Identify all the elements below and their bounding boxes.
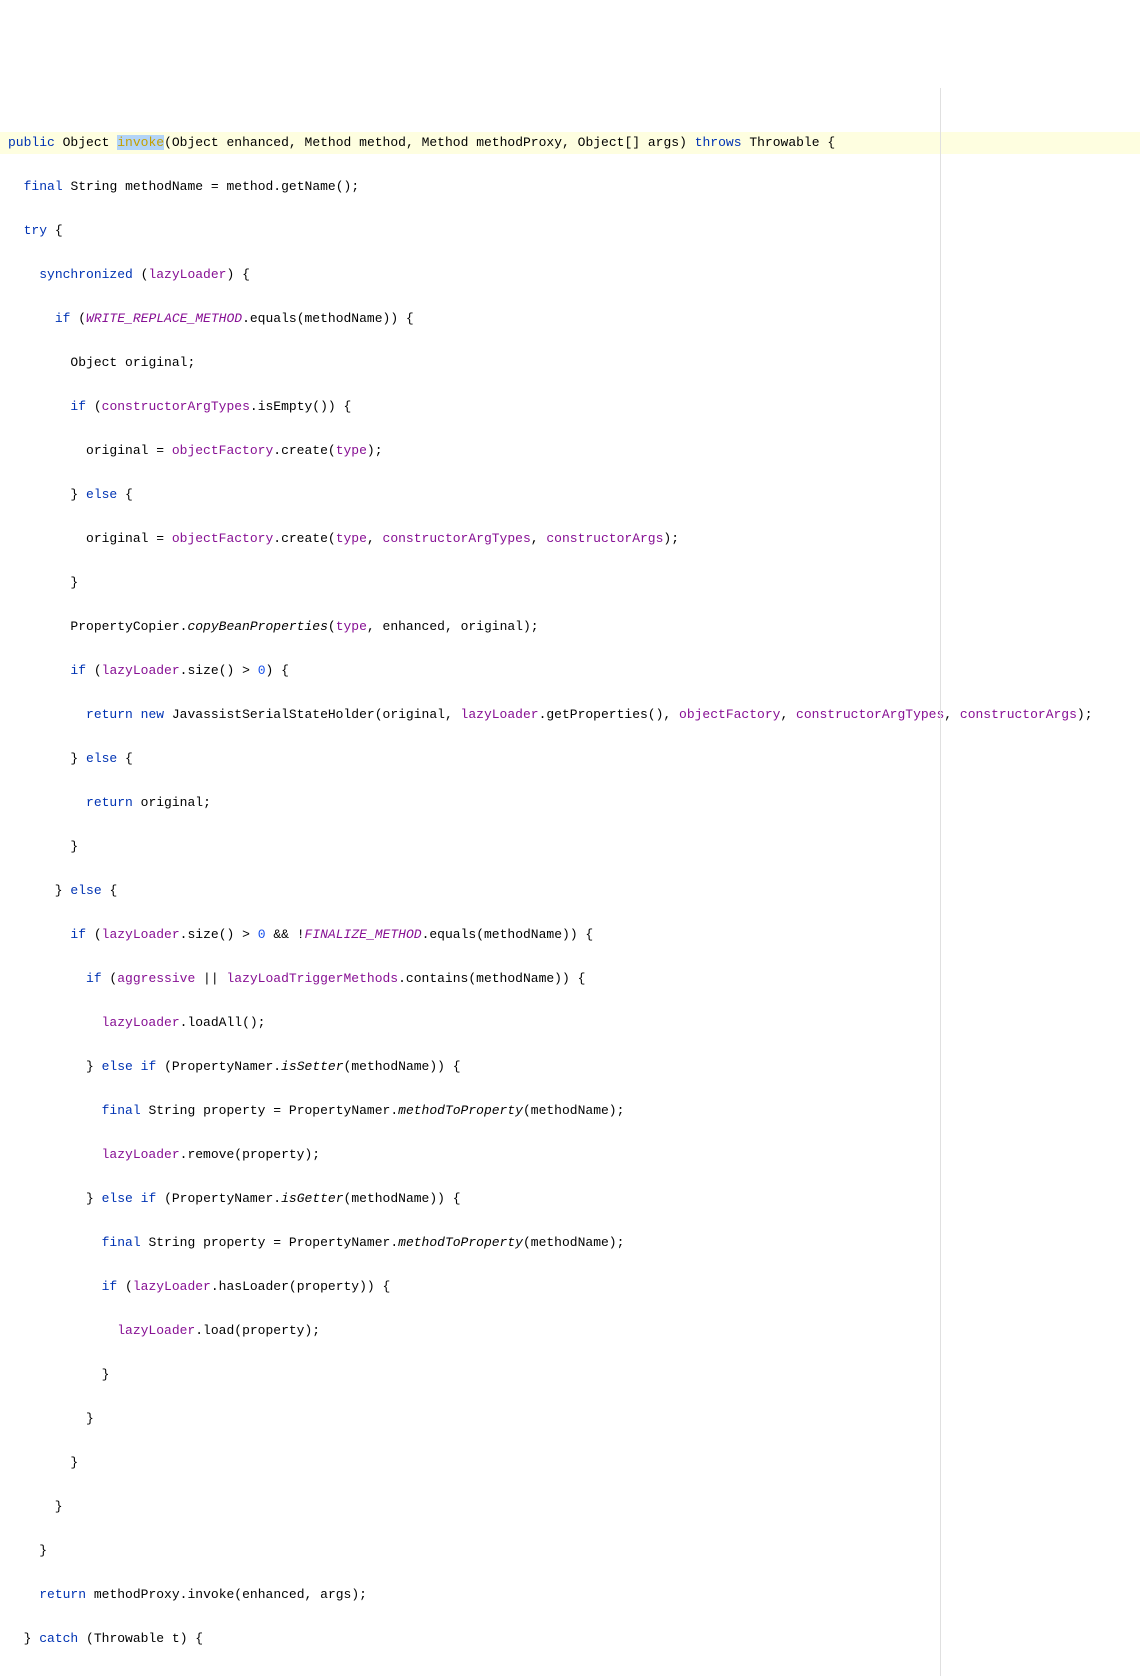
code-line: } — [0, 572, 1140, 594]
right-margin-ruler — [940, 88, 941, 1676]
code-line: original = objectFactory.create(type); — [0, 440, 1140, 462]
code-line: lazyLoader.load(property); — [0, 1320, 1140, 1342]
code-line: final String property = PropertyNamer.me… — [0, 1100, 1140, 1122]
code-line: } — [0, 1452, 1140, 1474]
code-line: if (lazyLoader.size() > 0 && !FINALIZE_M… — [0, 924, 1140, 946]
code-line: Object original; — [0, 352, 1140, 374]
code-line: } else { — [0, 880, 1140, 902]
code-line: if (constructorArgTypes.isEmpty()) { — [0, 396, 1140, 418]
code-line: if (WRITE_REPLACE_METHOD.equals(methodNa… — [0, 308, 1140, 330]
code-line: } else if (PropertyNamer.isSetter(method… — [0, 1056, 1140, 1078]
code-line: if (lazyLoader.hasLoader(property)) { — [0, 1276, 1140, 1298]
code-line: if (aggressive || lazyLoadTriggerMethods… — [0, 968, 1140, 990]
code-line: synchronized (lazyLoader) { — [0, 264, 1140, 286]
code-line: } — [0, 1408, 1140, 1430]
code-line: return original; — [0, 792, 1140, 814]
code-line: } — [0, 836, 1140, 858]
code-line: lazyLoader.loadAll(); — [0, 1012, 1140, 1034]
code-line: } — [0, 1364, 1140, 1386]
code-line: if (lazyLoader.size() > 0) { — [0, 660, 1140, 682]
code-line: final String methodName = method.getName… — [0, 176, 1140, 198]
code-line: } — [0, 1540, 1140, 1562]
code-line: } catch (Throwable t) { — [0, 1628, 1140, 1650]
method-name: invoke — [117, 135, 164, 150]
code-line: return new JavassistSerialStateHolder(or… — [0, 704, 1140, 726]
code-line: } else if (PropertyNamer.isGetter(method… — [0, 1188, 1140, 1210]
code-line: } — [0, 1496, 1140, 1518]
code-line: final String property = PropertyNamer.me… — [0, 1232, 1140, 1254]
code-line: try { — [0, 220, 1140, 242]
code-line: return methodProxy.invoke(enhanced, args… — [0, 1584, 1140, 1606]
code-line: PropertyCopier.copyBeanProperties(type, … — [0, 616, 1140, 638]
code-line: original = objectFactory.create(type, co… — [0, 528, 1140, 550]
keyword: public — [8, 135, 55, 150]
code-line: lazyLoader.remove(property); — [0, 1144, 1140, 1166]
code-line: } else { — [0, 484, 1140, 506]
code-editor[interactable]: public Object invoke(Object enhanced, Me… — [0, 88, 1140, 1676]
code-line: throw ExceptionUtil.unwrapThrowable(t); — [0, 1672, 1140, 1676]
code-line: } else { — [0, 748, 1140, 770]
code-line: public Object invoke(Object enhanced, Me… — [0, 132, 1140, 154]
